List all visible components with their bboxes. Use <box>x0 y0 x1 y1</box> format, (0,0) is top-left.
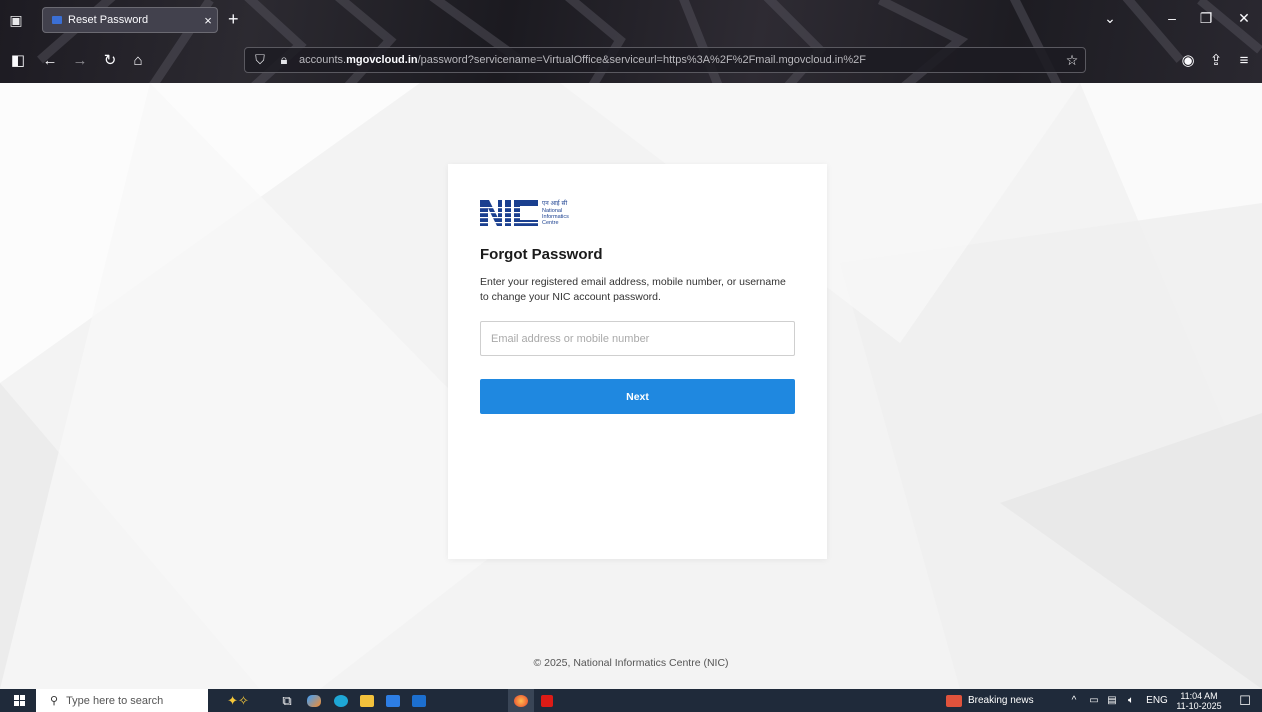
lock-icon[interactable]: 🔒︎ <box>275 52 293 68</box>
clock-time: 11:04 AM <box>1180 690 1218 701</box>
logo-hindi: एन आई सी <box>542 199 568 207</box>
news-widget[interactable]: Breaking news <box>946 689 1054 712</box>
search-icon: ⚲ <box>50 695 59 707</box>
tab-close-icon[interactable]: × <box>198 13 218 28</box>
navigation-toolbar: ◧ ← → ↻ ⌂ ⛉ 🔒︎ accounts.mgovcloud.in/pas… <box>0 43 1262 79</box>
menu-icon[interactable]: ≡ <box>1234 52 1254 70</box>
extensions-icon[interactable]: ⇪ <box>1206 52 1226 70</box>
copilot-icon[interactable] <box>303 689 325 712</box>
back-arrow-icon[interactable]: ← <box>40 52 60 70</box>
forgot-password-card: एन आई सी National Informatics Centre For… <box>448 164 827 559</box>
url-text[interactable]: accounts.mgovcloud.in/password?servicena… <box>299 54 1059 66</box>
page-title: Forgot Password <box>480 246 603 263</box>
address-bar[interactable]: ⛉ 🔒︎ accounts.mgovcloud.in/password?serv… <box>244 47 1086 73</box>
windows-logo-icon <box>13 695 25 706</box>
firefox-icon[interactable] <box>508 689 534 712</box>
browser-chrome: ▣ Reset Password × + ⌄ – ❐ ✕ ◧ ← → ↻ ⌂ ⛉… <box>0 0 1262 83</box>
star-icon[interactable]: ☆ <box>1059 52 1085 69</box>
tab-title: Reset Password <box>68 14 149 26</box>
news-text: Breaking news <box>968 695 1034 706</box>
taskbar-search-placeholder: Type here to search <box>66 694 164 707</box>
news-icon <box>946 694 962 707</box>
tab-reset-password[interactable]: Reset Password × <box>42 7 218 33</box>
clock[interactable]: 11:04 AM 11-10-2025 <box>1174 689 1224 712</box>
page-viewport: एन आई सी National Informatics Centre For… <box>0 83 1262 689</box>
start-button[interactable] <box>6 689 32 712</box>
shield-icon[interactable]: ⛉ <box>251 52 269 68</box>
notification-icon[interactable]: ☐ <box>1234 689 1256 712</box>
tab-bar: ▣ Reset Password × + ⌄ – ❐ ✕ <box>0 0 1262 40</box>
new-tab-button[interactable]: + <box>228 9 239 29</box>
tab-overview-icon[interactable]: ▣ <box>8 12 24 28</box>
language-indicator[interactable]: ENG <box>1144 689 1170 712</box>
home-icon[interactable]: ⌂ <box>128 52 148 70</box>
close-window-button[interactable]: ✕ <box>1232 8 1256 28</box>
microsoft-store-icon[interactable] <box>382 689 404 712</box>
angular-app-icon[interactable] <box>536 689 558 712</box>
network-icon[interactable]: ▤ <box>1104 689 1120 712</box>
forward-arrow-icon[interactable]: → <box>70 52 90 70</box>
account-icon[interactable]: ◉ <box>1178 52 1198 70</box>
volume-icon[interactable]: 🔈︎ <box>1122 689 1140 712</box>
reload-icon[interactable]: ↻ <box>100 52 120 70</box>
logo-line3: Centre <box>542 220 559 226</box>
sidebar-icon[interactable]: ◧ <box>8 52 28 70</box>
next-button[interactable]: Next <box>480 379 795 414</box>
battery-icon[interactable]: ▭ <box>1086 689 1102 712</box>
nic-favicon-icon <box>52 16 62 24</box>
windows-taskbar: ⚲ Type here to search ✦✧ ⧉ Breaking news… <box>0 689 1262 712</box>
mail-icon[interactable] <box>408 689 430 712</box>
copyright-footer: © 2025, National Informatics Centre (NIC… <box>533 657 729 669</box>
restore-button[interactable]: ❐ <box>1194 8 1218 28</box>
edge-browser-icon[interactable] <box>330 689 352 712</box>
search-highlight-icon[interactable]: ✦✧ <box>218 689 258 712</box>
taskbar-search-box[interactable]: ⚲ Type here to search <box>36 689 208 712</box>
email-or-mobile-input[interactable] <box>480 321 795 356</box>
chevron-up-icon[interactable]: ^ <box>1066 689 1082 712</box>
task-view-icon[interactable]: ⧉ <box>276 689 298 712</box>
file-explorer-icon[interactable] <box>356 689 378 712</box>
minimize-button[interactable]: – <box>1160 8 1184 28</box>
instructions-text: Enter your registered email address, mob… <box>480 276 786 303</box>
list-all-tabs-button[interactable]: ⌄ <box>1098 8 1122 28</box>
nic-logo: एन आई सी National Informatics Centre <box>480 199 569 226</box>
clock-date: 11-10-2025 <box>1176 700 1222 711</box>
